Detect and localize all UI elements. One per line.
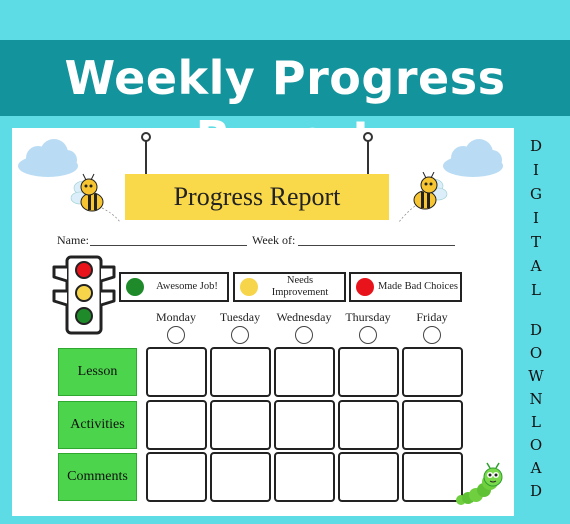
day-monday: Monday: [156, 310, 196, 324]
grid-cell[interactable]: [402, 452, 463, 502]
grid-cell[interactable]: [402, 347, 463, 397]
sheet-title: Progress Report: [173, 182, 341, 211]
legend-bad-choices: Made Bad Choices: [349, 272, 462, 302]
legend-awesome: Awesome Job!: [119, 272, 229, 302]
side-letter: G: [530, 185, 542, 203]
day-friday: Friday: [416, 310, 448, 324]
grid-cell[interactable]: [274, 452, 335, 502]
side-letter: W: [528, 367, 544, 385]
side-letter: T: [530, 233, 541, 251]
hook-icon: [363, 132, 373, 177]
digital-download-label: D I G I T A L D O W N L O A D: [521, 128, 551, 516]
day-checkbox-wednesday[interactable]: [295, 326, 313, 344]
side-letter: L: [531, 281, 541, 299]
side-letter: I: [533, 161, 539, 179]
day-checkbox-thursday[interactable]: [359, 326, 377, 344]
side-letter: I: [533, 209, 539, 227]
row-label-lesson: Lesson: [58, 348, 137, 396]
row-label-comments: Comments: [58, 453, 137, 501]
grid-cell[interactable]: [146, 400, 207, 450]
caterpillar-icon: [456, 462, 503, 505]
day-checkbox-tuesday[interactable]: [231, 326, 249, 344]
grid-cell[interactable]: [146, 347, 207, 397]
name-line[interactable]: [90, 245, 247, 246]
green-dot-icon: [126, 278, 144, 296]
grid-cell[interactable]: [210, 347, 271, 397]
legend-bad-label: Made Bad Choices: [378, 281, 458, 292]
name-label: Name:: [57, 233, 89, 247]
grid-cell[interactable]: [146, 452, 207, 502]
day-checkbox-friday[interactable]: [423, 326, 441, 344]
side-letter: D: [529, 482, 543, 500]
yellow-dot-icon: [240, 278, 258, 296]
bee-icon: [70, 173, 121, 223]
week-line[interactable]: [298, 245, 455, 246]
side-letter: A: [530, 459, 542, 477]
bee-icon: [398, 172, 448, 223]
side-letter: O: [529, 344, 543, 362]
day-checkbox-monday[interactable]: [167, 326, 185, 344]
legend-awesome-label: Awesome Job!: [156, 281, 218, 292]
legend-needs-improvement: Needs Improvement: [233, 272, 346, 302]
hook-icon: [141, 132, 151, 177]
grid-cell[interactable]: [210, 400, 271, 450]
day-thursday: Thursday: [345, 310, 391, 324]
day-wednesday: Wednesday: [276, 310, 332, 324]
grid-cell[interactable]: [338, 400, 399, 450]
grid-cell[interactable]: [402, 400, 463, 450]
grid-cell[interactable]: [274, 400, 335, 450]
side-letter: D: [529, 137, 543, 155]
traffic-light-icon: [52, 255, 116, 335]
week-label: Week of:: [252, 233, 296, 247]
grid-cell[interactable]: [338, 347, 399, 397]
grid-cell[interactable]: [210, 452, 271, 502]
legend-needs-label: Needs Improvement: [271, 275, 329, 298]
side-letter: A: [530, 257, 542, 275]
title-card: Progress Report: [125, 174, 389, 220]
red-dot-icon: [356, 278, 374, 296]
side-letter: O: [529, 436, 543, 454]
grid-cell[interactable]: [338, 452, 399, 502]
side-letter: N: [529, 390, 543, 408]
grid-cell[interactable]: [274, 347, 335, 397]
row-label-activities: Activities: [58, 401, 137, 449]
side-letter: D: [529, 321, 543, 339]
side-letter: L: [531, 413, 541, 431]
day-tuesday: Tuesday: [219, 310, 261, 324]
